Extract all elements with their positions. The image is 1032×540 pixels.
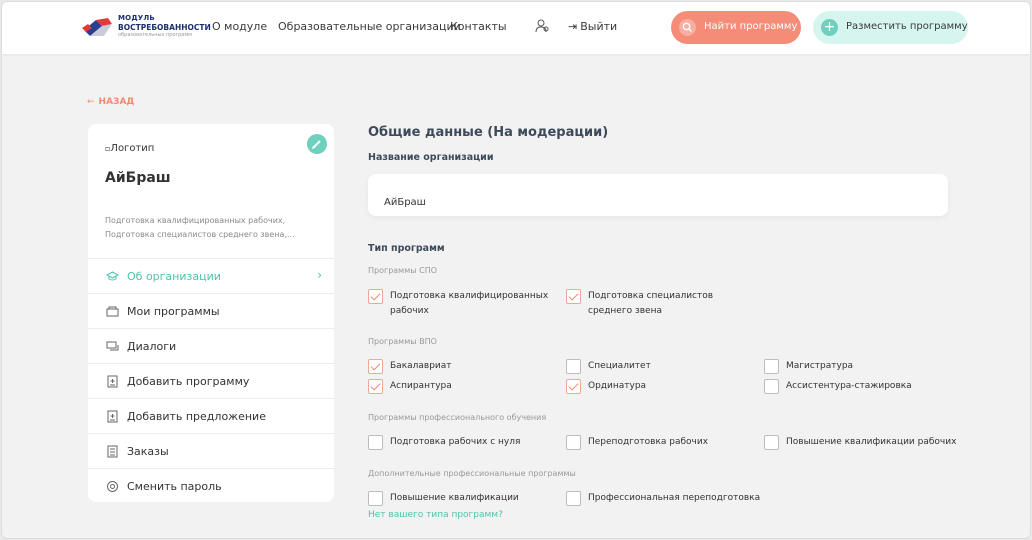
plus-icon: + [821, 19, 838, 36]
logout-icon: ⇥ [568, 20, 578, 33]
group-label-prof-training: Программы профессионального обучения [368, 413, 547, 422]
sidebar-item-change-password[interactable]: Сменить пароль [88, 468, 334, 503]
group-label-spo: Программы СПО [368, 266, 437, 275]
checkbox[interactable] [368, 379, 383, 394]
logout-label: Выйти [580, 20, 618, 33]
checkbox[interactable] [764, 435, 779, 450]
graduation-cap-icon [106, 271, 119, 281]
add-document-icon [107, 375, 118, 388]
checkbox[interactable] [566, 289, 581, 304]
sidebar-menu: Об организации › Мои программы Диалоги Д… [88, 258, 334, 503]
arrow-left-icon: ← [87, 97, 95, 107]
sidebar-item-dialogs[interactable]: Диалоги [88, 328, 334, 363]
checkbox-label: Подготовка специалистов среднего звена [588, 291, 714, 316]
org-name: АйБраш [105, 170, 171, 186]
back-link[interactable]: ← НАЗАД [87, 97, 134, 107]
org-description-line: Подготовка квалифицированных рабочих, [105, 216, 286, 225]
sidebar-item-about[interactable]: Об организации › [88, 258, 334, 293]
edit-button[interactable] [307, 134, 327, 154]
pencil-icon [312, 140, 321, 149]
org-logo-alt-text: Логотип [110, 143, 155, 154]
sidebar-item-label: Мои программы [127, 305, 220, 318]
nav-organizations[interactable]: Образовательные организации [278, 20, 461, 33]
sidebar-item-orders[interactable]: Заказы [88, 433, 334, 468]
logo-line-1: МОДУЛЬ [118, 14, 155, 22]
org-logo-image: ▫Логотип [105, 143, 154, 154]
sidebar-item-add-offer[interactable]: Добавить предложение [88, 398, 334, 433]
sidebar-item-programs[interactable]: Мои программы [88, 293, 334, 328]
org-sidebar-card: ▫Логотип АйБраш Подготовка квалифицирова… [88, 124, 334, 502]
checkbox[interactable] [566, 359, 581, 374]
group-label-vpo: Программы ВПО [368, 337, 437, 346]
chat-icon [106, 341, 119, 351]
lock-icon [107, 481, 118, 492]
checkbox-label: Повышение квалификации [390, 493, 519, 503]
user-profile-icon[interactable] [534, 18, 550, 34]
checkbox[interactable] [566, 435, 581, 450]
post-program-label: Разместить программу [846, 21, 968, 32]
checkbox[interactable] [368, 491, 383, 506]
sidebar-item-label: Добавить предложение [127, 410, 266, 423]
add-document-icon [107, 410, 118, 423]
checkbox-label: Подготовка рабочих с нуля [390, 437, 521, 447]
no-program-type-link[interactable]: Нет вашего типа программ? [368, 510, 503, 520]
search-icon [679, 19, 696, 36]
checkbox-label: Ординатура [588, 381, 647, 391]
org-name-label: Название организации [368, 152, 494, 163]
checkbox-label: Бакалавриат [390, 361, 452, 371]
post-program-button[interactable]: + Разместить программу [813, 11, 968, 44]
checkbox[interactable] [368, 435, 383, 450]
checkbox-label: Подготовка квалифицированных рабочих [390, 291, 549, 316]
org-description: Подготовка квалифицированных рабочих, По… [105, 214, 305, 242]
checkbox-label: Специалитет [588, 361, 651, 371]
site-logo[interactable]: МОДУЛЬ ВОСТРЕБОВАННОСТИ образовательных … [82, 12, 212, 42]
sidebar-item-label: Об организации [127, 270, 221, 283]
logout-link[interactable]: ⇥ Выйти [568, 20, 617, 33]
sidebar-item-label: Сменить пароль [127, 480, 222, 493]
sidebar-item-add-program[interactable]: Добавить программу [88, 363, 334, 398]
nav-contacts[interactable]: Контакты [450, 20, 507, 33]
orders-icon [107, 445, 118, 458]
logo-mark-icon [82, 18, 112, 36]
checkbox-label: Магистратура [786, 361, 854, 371]
sidebar-item-label: Заказы [127, 445, 169, 458]
checkbox[interactable] [368, 359, 383, 374]
org-description-line: Подготовка специалистов среднего звена,.… [105, 230, 295, 239]
program-type-label: Тип программ [368, 243, 445, 254]
find-program-label: Найти программу [704, 21, 798, 32]
checkbox[interactable] [566, 491, 581, 506]
page-title: Общие данные (На модерации) [368, 125, 609, 140]
app-frame: МОДУЛЬ ВОСТРЕБОВАННОСТИ образовательных … [1, 1, 1031, 539]
programs-icon [106, 306, 119, 317]
checkbox-label: Ассистентура-стажировка [786, 381, 912, 391]
logo-line-3: образовательных программ [118, 32, 192, 38]
group-label-additional: Дополнительные профессиональные программ… [368, 469, 576, 478]
checkbox-label: Повышение квалификации рабочих [786, 437, 957, 447]
checkbox-label: Аспирантура [390, 381, 452, 391]
checkbox-label: Переподготовка рабочих [588, 437, 709, 447]
checkbox[interactable] [764, 359, 779, 374]
checkbox[interactable] [566, 379, 581, 394]
sidebar-item-label: Добавить программу [127, 375, 250, 388]
checkbox-label: Профессиональная переподготовка [588, 493, 761, 503]
sidebar-item-label: Диалоги [127, 340, 177, 353]
checkbox[interactable] [764, 379, 779, 394]
checkbox[interactable] [368, 289, 383, 304]
logo-line-2: ВОСТРЕБОВАННОСТИ [118, 23, 211, 32]
find-program-button[interactable]: Найти программу [671, 11, 801, 44]
chevron-right-icon: › [317, 268, 322, 282]
top-header: МОДУЛЬ ВОСТРЕБОВАННОСТИ образовательных … [2, 2, 1030, 54]
org-name-input[interactable] [368, 174, 948, 216]
nav-about[interactable]: О модуле [212, 20, 267, 33]
back-label: НАЗАД [98, 97, 135, 107]
